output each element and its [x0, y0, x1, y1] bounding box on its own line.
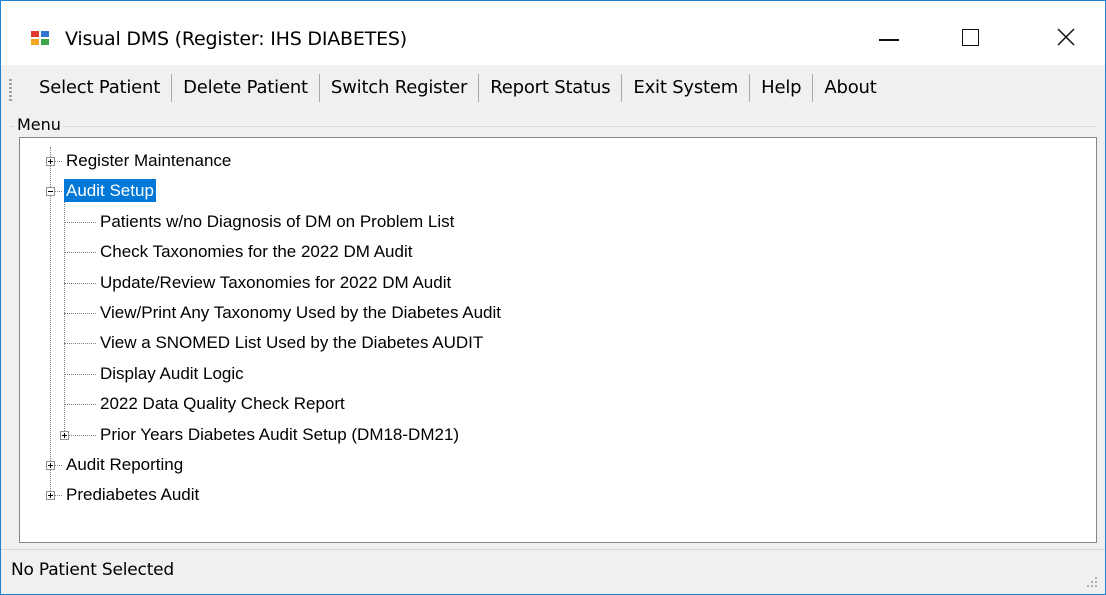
menu-item-report-status[interactable]: Report Status [479, 65, 621, 111]
status-bar: No Patient Selected [1, 549, 1105, 594]
minimize-icon [879, 39, 899, 41]
menu-item-help[interactable]: Help [750, 65, 812, 111]
tree-connector [64, 404, 96, 406]
menu-item-delete-patient[interactable]: Delete Patient [172, 65, 319, 111]
tree-node-prior-years-diabetes-audit-setup-dm18-dm21[interactable]: Prior Years Diabetes Audit Setup (DM18-D… [98, 423, 461, 446]
tree-node-audit-setup[interactable]: Audit Setup [64, 179, 156, 203]
tree-connector [64, 221, 96, 223]
expand-plus-icon[interactable] [46, 461, 55, 470]
menu-item-about[interactable]: About [813, 65, 887, 111]
tree-node-view-a-snomed-list-used-by-the-diabetes-audit[interactable]: View a SNOMED List Used by the Diabetes … [98, 331, 485, 354]
expand-plus-icon[interactable] [46, 157, 55, 166]
tree-node-2022-data-quality-check-report[interactable]: 2022 Data Quality Check Report [98, 392, 347, 415]
tree-node-check-taxonomies-for-the-2022-dm-audit[interactable]: Check Taxonomies for the 2022 DM Audit [98, 240, 414, 263]
tree-connector [64, 282, 96, 284]
window-title: Visual DMS (Register: IHS DIABETES) [65, 28, 407, 50]
collapse-minus-icon[interactable] [46, 187, 55, 197]
tree-connector [64, 313, 96, 314]
minimize-button[interactable] [859, 15, 919, 59]
tree-node-prediabetes-audit[interactable]: Prediabetes Audit [64, 483, 201, 506]
menu-item-switch-register[interactable]: Switch Register [320, 65, 478, 111]
expand-plus-icon[interactable] [60, 430, 69, 440]
expand-plus-icon[interactable] [46, 491, 55, 501]
app-icon [31, 31, 51, 47]
menu-item-select-patient[interactable]: Select Patient [27, 65, 171, 111]
tree-node-register-maintenance[interactable]: Register Maintenance [64, 149, 233, 172]
tree-node-update-review-taxonomies-for-2022-dm-audit[interactable]: Update/Review Taxonomies for 2022 DM Aud… [98, 271, 453, 294]
tree-connector [64, 252, 96, 254]
tree-node-patients-w-no-diagnosis-of-dm-on-problem-list[interactable]: Patients w/no Diagnosis of DM on Problem… [98, 210, 456, 233]
tree-connector [50, 147, 51, 496]
tree-node-view-print-any-taxonomy-used-by-the-diabetes-audit[interactable]: View/Print Any Taxonomy Used by the Diab… [98, 301, 503, 324]
menu-tree-view[interactable]: Register Maintenance Audit Setup Patients … [19, 137, 1097, 543]
menu-strip: Select Patient Delete Patient Switch Regis… [1, 65, 1105, 111]
tree-connector [64, 199, 65, 435]
status-text: No Patient Selected [11, 560, 175, 580]
menu-grip[interactable] [9, 79, 12, 101]
app-window: Visual DMS (Register: IHS DIABETES) Sele… [0, 0, 1106, 595]
menu-items: Select Patient Delete Patient Switch Regis… [27, 65, 888, 111]
title-bar[interactable]: Visual DMS (Register: IHS DIABETES) [1, 1, 1105, 65]
menu-item-exit-system[interactable]: Exit System [622, 65, 749, 111]
group-box-border [9, 126, 1097, 127]
tree-connector [64, 373, 96, 375]
maximize-icon [962, 29, 979, 46]
close-icon [1057, 28, 1075, 46]
size-grip[interactable] [1085, 575, 1099, 589]
close-button[interactable] [1037, 15, 1097, 59]
tree-node-display-audit-logic[interactable]: Display Audit Logic [98, 362, 246, 385]
maximize-button[interactable] [941, 15, 1001, 59]
tree-node-audit-reporting[interactable]: Audit Reporting [64, 453, 185, 476]
menu-group-label: Menu [15, 115, 63, 134]
tree-connector [64, 343, 96, 345]
